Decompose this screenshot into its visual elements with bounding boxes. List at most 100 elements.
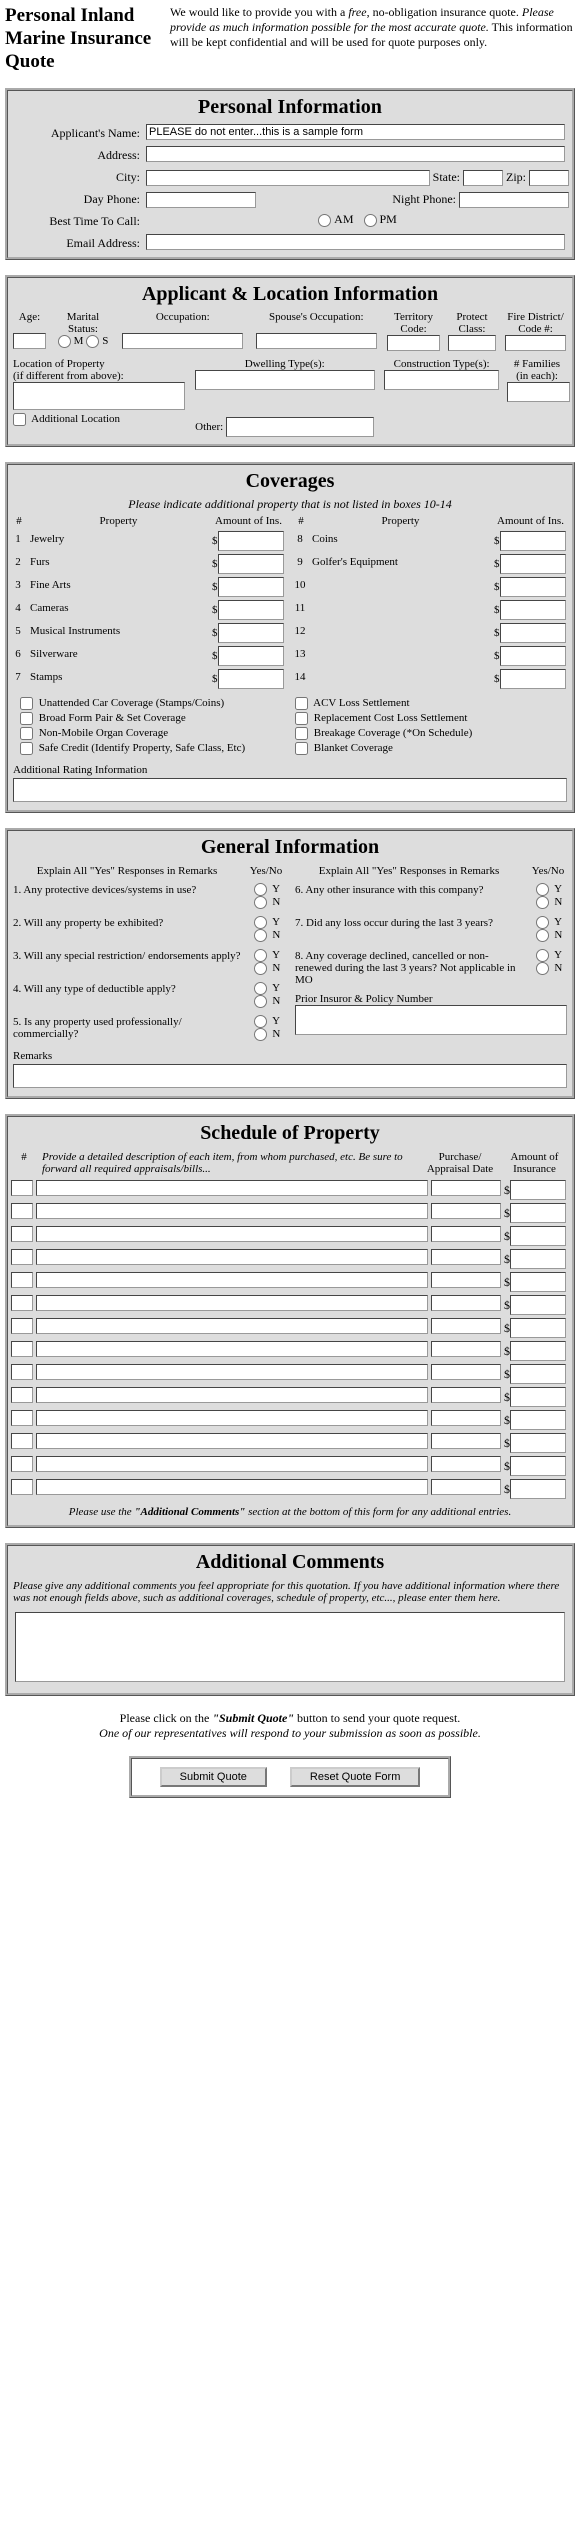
radio-s[interactable]: S (86, 335, 108, 347)
sched-date-input[interactable] (431, 1203, 501, 1219)
radio-y[interactable]: Y (248, 916, 286, 929)
sched-date-input[interactable] (431, 1295, 501, 1311)
coverage-checkbox[interactable]: Non-Mobile Organ Coverage (20, 726, 285, 741)
sched-desc-textarea[interactable] (36, 1318, 428, 1334)
state-input[interactable] (463, 170, 503, 186)
sched-num-input[interactable] (11, 1295, 33, 1311)
location-textarea[interactable] (13, 382, 185, 410)
cov-amount-input[interactable] (218, 623, 284, 643)
cov-amount-input[interactable] (218, 646, 284, 666)
coverage-checkbox[interactable]: Unattended Car Coverage (Stamps/Coins) (20, 696, 285, 711)
coverage-checkbox[interactable]: Broad Form Pair & Set Coverage (20, 711, 285, 726)
coverage-checkbox[interactable]: Blanket Coverage (295, 741, 560, 756)
sched-amt-input[interactable] (510, 1272, 566, 1292)
sched-desc-textarea[interactable] (36, 1410, 428, 1426)
sched-date-input[interactable] (431, 1479, 501, 1495)
age-input[interactable] (13, 333, 46, 349)
sched-desc-textarea[interactable] (36, 1295, 428, 1311)
sched-num-input[interactable] (11, 1203, 33, 1219)
cov-amount-input[interactable] (500, 600, 566, 620)
sched-date-input[interactable] (431, 1341, 501, 1357)
sched-desc-textarea[interactable] (36, 1456, 428, 1472)
cov-amount-input[interactable] (500, 646, 566, 666)
sched-num-input[interactable] (11, 1433, 33, 1449)
addl-rating-textarea[interactable] (13, 778, 567, 802)
addl-loc-checkbox[interactable]: Additional Location (13, 413, 120, 425)
radio-n[interactable]: N (248, 929, 286, 942)
dayphone-input[interactable] (146, 192, 256, 208)
nightphone-input[interactable] (459, 192, 569, 208)
other-input[interactable] (226, 417, 374, 437)
sched-amt-input[interactable] (510, 1456, 566, 1476)
cov-amount-input[interactable] (218, 600, 284, 620)
sched-amt-input[interactable] (510, 1318, 566, 1338)
sched-date-input[interactable] (431, 1180, 501, 1196)
radio-n[interactable]: N (248, 1028, 286, 1041)
sched-amt-input[interactable] (510, 1479, 566, 1499)
submit-button[interactable]: Submit Quote (160, 1767, 267, 1787)
radio-m[interactable]: M (58, 335, 84, 347)
sched-num-input[interactable] (11, 1226, 33, 1242)
radio-y[interactable]: Y (248, 982, 286, 995)
sched-num-input[interactable] (11, 1387, 33, 1403)
sched-num-input[interactable] (11, 1180, 33, 1196)
coverage-checkbox[interactable]: Breakage Coverage (*On Schedule) (295, 726, 560, 741)
sched-date-input[interactable] (431, 1456, 501, 1472)
sched-num-input[interactable] (11, 1479, 33, 1495)
prior-insuror-textarea[interactable] (295, 1005, 567, 1035)
cov-amount-input[interactable] (218, 531, 284, 551)
territory-input[interactable] (387, 335, 439, 351)
cov-amount-input[interactable] (218, 669, 284, 689)
sched-amt-input[interactable] (510, 1364, 566, 1384)
coverage-checkbox[interactable]: ACV Loss Settlement (295, 696, 560, 711)
radio-y[interactable]: Y (530, 883, 568, 896)
fire-district-input[interactable] (505, 335, 567, 351)
sched-desc-textarea[interactable] (36, 1203, 428, 1219)
radio-pm[interactable]: PM (364, 212, 397, 227)
cov-amount-input[interactable] (500, 531, 566, 551)
sched-amt-input[interactable] (510, 1203, 566, 1223)
sched-amt-input[interactable] (510, 1249, 566, 1269)
protect-input[interactable] (448, 335, 496, 351)
remarks-textarea[interactable] (13, 1064, 567, 1088)
sched-desc-textarea[interactable] (36, 1180, 428, 1196)
sched-desc-textarea[interactable] (36, 1433, 428, 1449)
sched-desc-textarea[interactable] (36, 1341, 428, 1357)
sched-desc-textarea[interactable] (36, 1226, 428, 1242)
radio-n[interactable]: N (530, 929, 568, 942)
radio-y[interactable]: Y (248, 883, 286, 896)
sched-num-input[interactable] (11, 1341, 33, 1357)
sched-amt-input[interactable] (510, 1180, 566, 1200)
cov-amount-input[interactable] (500, 623, 566, 643)
sched-desc-textarea[interactable] (36, 1387, 428, 1403)
email-input[interactable] (146, 234, 565, 250)
sched-desc-textarea[interactable] (36, 1364, 428, 1380)
sched-amt-input[interactable] (510, 1433, 566, 1453)
cov-amount-input[interactable] (500, 669, 566, 689)
sched-desc-textarea[interactable] (36, 1249, 428, 1265)
radio-am[interactable]: AM (318, 212, 353, 227)
sched-date-input[interactable] (431, 1410, 501, 1426)
cov-amount-input[interactable] (218, 554, 284, 574)
name-input[interactable] (146, 124, 565, 140)
families-input[interactable] (507, 382, 570, 402)
sched-date-input[interactable] (431, 1318, 501, 1334)
sched-date-input[interactable] (431, 1364, 501, 1380)
sched-num-input[interactable] (11, 1272, 33, 1288)
radio-y[interactable]: Y (530, 916, 568, 929)
spouse-occ-input[interactable] (256, 333, 377, 349)
radio-n[interactable]: N (530, 896, 568, 909)
sched-date-input[interactable] (431, 1433, 501, 1449)
coverage-checkbox[interactable]: Safe Credit (Identify Property, Safe Cla… (20, 741, 285, 756)
zip-input[interactable] (529, 170, 569, 186)
sched-date-input[interactable] (431, 1249, 501, 1265)
sched-date-input[interactable] (431, 1387, 501, 1403)
cov-amount-input[interactable] (500, 577, 566, 597)
additional-comments-textarea[interactable] (15, 1612, 565, 1682)
sched-num-input[interactable] (11, 1456, 33, 1472)
sched-num-input[interactable] (11, 1364, 33, 1380)
sched-amt-input[interactable] (510, 1295, 566, 1315)
sched-amt-input[interactable] (510, 1341, 566, 1361)
sched-date-input[interactable] (431, 1226, 501, 1242)
occupation-input[interactable] (122, 333, 243, 349)
